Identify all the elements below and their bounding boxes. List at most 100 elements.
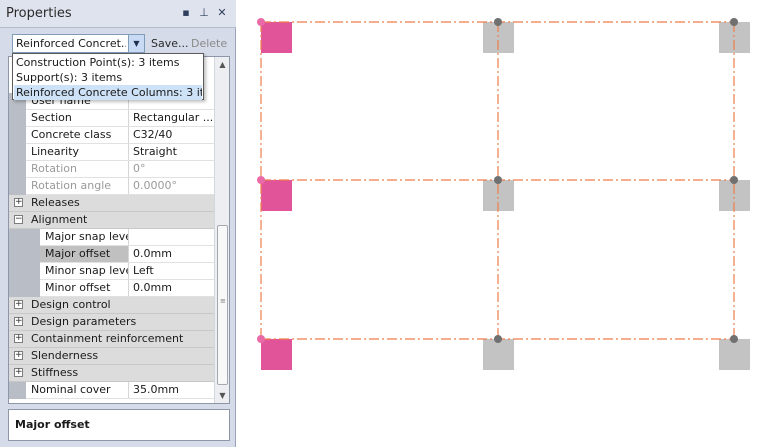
group-row-slenderness[interactable]: + Slenderness	[9, 348, 214, 365]
property-name: Rotation angle	[26, 178, 129, 194]
property-value[interactable]: 0.0mm	[129, 280, 214, 296]
group-row-containment-reinforcement[interactable]: + Containment reinforcement	[9, 331, 214, 348]
node-icon[interactable]	[494, 335, 502, 343]
expand-icon[interactable]: +	[14, 198, 23, 207]
property-grid-scrollbar[interactable]: ▲ ≡ ▼	[214, 57, 229, 403]
property-grid: User name Section Rectangular ... Concrete …	[8, 56, 230, 404]
node-icon[interactable]	[257, 176, 265, 184]
dropdown-item-rc-columns[interactable]: Reinforced Concrete Columns: 3 items	[14, 85, 202, 100]
expand-icon[interactable]: +	[14, 317, 23, 326]
scroll-thumb[interactable]: ≡	[217, 225, 228, 385]
property-value[interactable]: Straight	[129, 144, 214, 160]
property-value[interactable]	[129, 229, 214, 245]
property-value[interactable]: C32/40	[129, 127, 214, 143]
property-value[interactable]: 0.0000°	[129, 178, 214, 194]
property-row-linearity[interactable]: Linearity Straight	[9, 144, 214, 161]
column-selected-icon[interactable]	[261, 180, 292, 211]
property-name: Minor offset	[40, 280, 129, 296]
property-value[interactable]: Left	[129, 263, 214, 279]
property-name: Concrete class	[26, 127, 129, 143]
close-icon[interactable]: ✕	[215, 6, 229, 20]
row-gutter	[9, 280, 40, 297]
property-value[interactable]: 0.0mm	[129, 246, 214, 262]
property-row-nominal-cover[interactable]: Nominal cover 35.0mm	[9, 382, 214, 399]
property-name: Linearity	[26, 144, 129, 160]
group-row-design-parameters[interactable]: + Design parameters	[9, 314, 214, 331]
pin-icon[interactable]: ⊥	[197, 6, 211, 20]
chevron-down-icon[interactable]: ▼	[128, 35, 144, 52]
row-gutter	[9, 144, 26, 161]
description-title: Major offset	[15, 418, 90, 431]
row-gutter	[9, 127, 26, 144]
group-label: Stiffness	[31, 366, 79, 379]
property-value[interactable]: 0°	[129, 161, 214, 177]
column-selected-icon[interactable]	[261, 339, 292, 370]
group-row-stiffness[interactable]: + Stiffness	[9, 365, 214, 382]
node-icon[interactable]	[730, 176, 738, 184]
expand-icon[interactable]: +	[14, 300, 23, 309]
description-box: Major offset	[8, 409, 230, 441]
panel-title-bar: Properties ▪ ⊥ ✕	[0, 0, 236, 28]
property-name: Major snap level	[40, 229, 129, 245]
scroll-up-icon[interactable]: ▲	[215, 57, 229, 72]
collapse-icon[interactable]: −	[14, 215, 23, 224]
selection-dropdown-list: Construction Point(s): 3 items Support(s…	[12, 53, 204, 100]
property-name: Minor snap level	[40, 263, 129, 279]
row-gutter	[9, 229, 40, 246]
group-label: Design control	[31, 298, 111, 311]
panel-title: Properties	[6, 6, 72, 21]
node-icon[interactable]	[257, 335, 265, 343]
row-gutter	[9, 382, 26, 399]
node-icon[interactable]	[494, 176, 502, 184]
group-row-releases[interactable]: + Releases	[9, 195, 214, 212]
property-name: Nominal cover	[26, 382, 129, 398]
group-label: Design parameters	[31, 315, 137, 328]
property-name: Major offset	[40, 246, 129, 262]
column-selected-icon[interactable]	[261, 22, 292, 53]
row-gutter	[9, 110, 26, 127]
property-row-section[interactable]: Section Rectangular ...	[9, 110, 214, 127]
row-gutter	[9, 178, 26, 195]
column-icon[interactable]	[483, 339, 514, 370]
expand-icon[interactable]: +	[14, 368, 23, 377]
property-row-rotation-angle[interactable]: Rotation angle 0.0000°	[9, 178, 214, 195]
delete-button[interactable]: Delete	[191, 37, 227, 50]
column-icon[interactable]	[719, 339, 750, 370]
row-gutter	[9, 263, 40, 280]
property-row-concrete-class[interactable]: Concrete class C32/40	[9, 127, 214, 144]
group-label: Alignment	[31, 213, 88, 226]
save-button[interactable]: Save...	[151, 37, 189, 50]
row-gutter	[9, 246, 40, 263]
properties-toolbar: Reinforced Concret... ▼ Save... Delete	[0, 28, 236, 56]
property-name: Section	[26, 110, 129, 126]
expand-icon[interactable]: +	[14, 334, 23, 343]
property-row-minor-offset[interactable]: Minor offset 0.0mm	[9, 280, 214, 297]
property-value[interactable]: 35.0mm	[129, 382, 214, 398]
dropdown-item-construction-points[interactable]: Construction Point(s): 3 items	[14, 55, 202, 70]
node-icon[interactable]	[494, 18, 502, 26]
expand-icon[interactable]: +	[14, 351, 23, 360]
group-row-alignment[interactable]: − Alignment	[9, 212, 214, 229]
properties-panel: Properties ▪ ⊥ ✕ Reinforced Concret... ▼…	[0, 0, 236, 447]
dropdown-item-supports[interactable]: Support(s): 3 items	[14, 70, 202, 85]
property-row-rotation[interactable]: Rotation 0°	[9, 161, 214, 178]
group-label: Slenderness	[31, 349, 99, 362]
property-row-major-snap-level[interactable]: Major snap level	[9, 229, 214, 246]
scroll-down-icon[interactable]: ▼	[215, 388, 229, 403]
selection-combo[interactable]: Reinforced Concret... ▼	[12, 34, 145, 53]
panel-menu-icon[interactable]: ▪	[179, 6, 193, 20]
structure-plan-view[interactable]	[236, 0, 760, 447]
group-label: Containment reinforcement	[31, 332, 184, 345]
group-label: Releases	[31, 196, 80, 209]
group-row-design-control[interactable]: + Design control	[9, 297, 214, 314]
property-name: Rotation	[26, 161, 129, 177]
property-row-major-offset[interactable]: Major offset 0.0mm	[9, 246, 214, 263]
node-icon[interactable]	[730, 335, 738, 343]
node-icon[interactable]	[730, 18, 738, 26]
property-row-minor-snap-level[interactable]: Minor snap level Left	[9, 263, 214, 280]
property-value[interactable]: Rectangular ...	[129, 110, 214, 126]
node-icon[interactable]	[257, 18, 265, 26]
model-canvas[interactable]	[236, 0, 760, 447]
selection-combo-value: Reinforced Concret...	[16, 37, 126, 50]
row-gutter	[9, 161, 26, 178]
